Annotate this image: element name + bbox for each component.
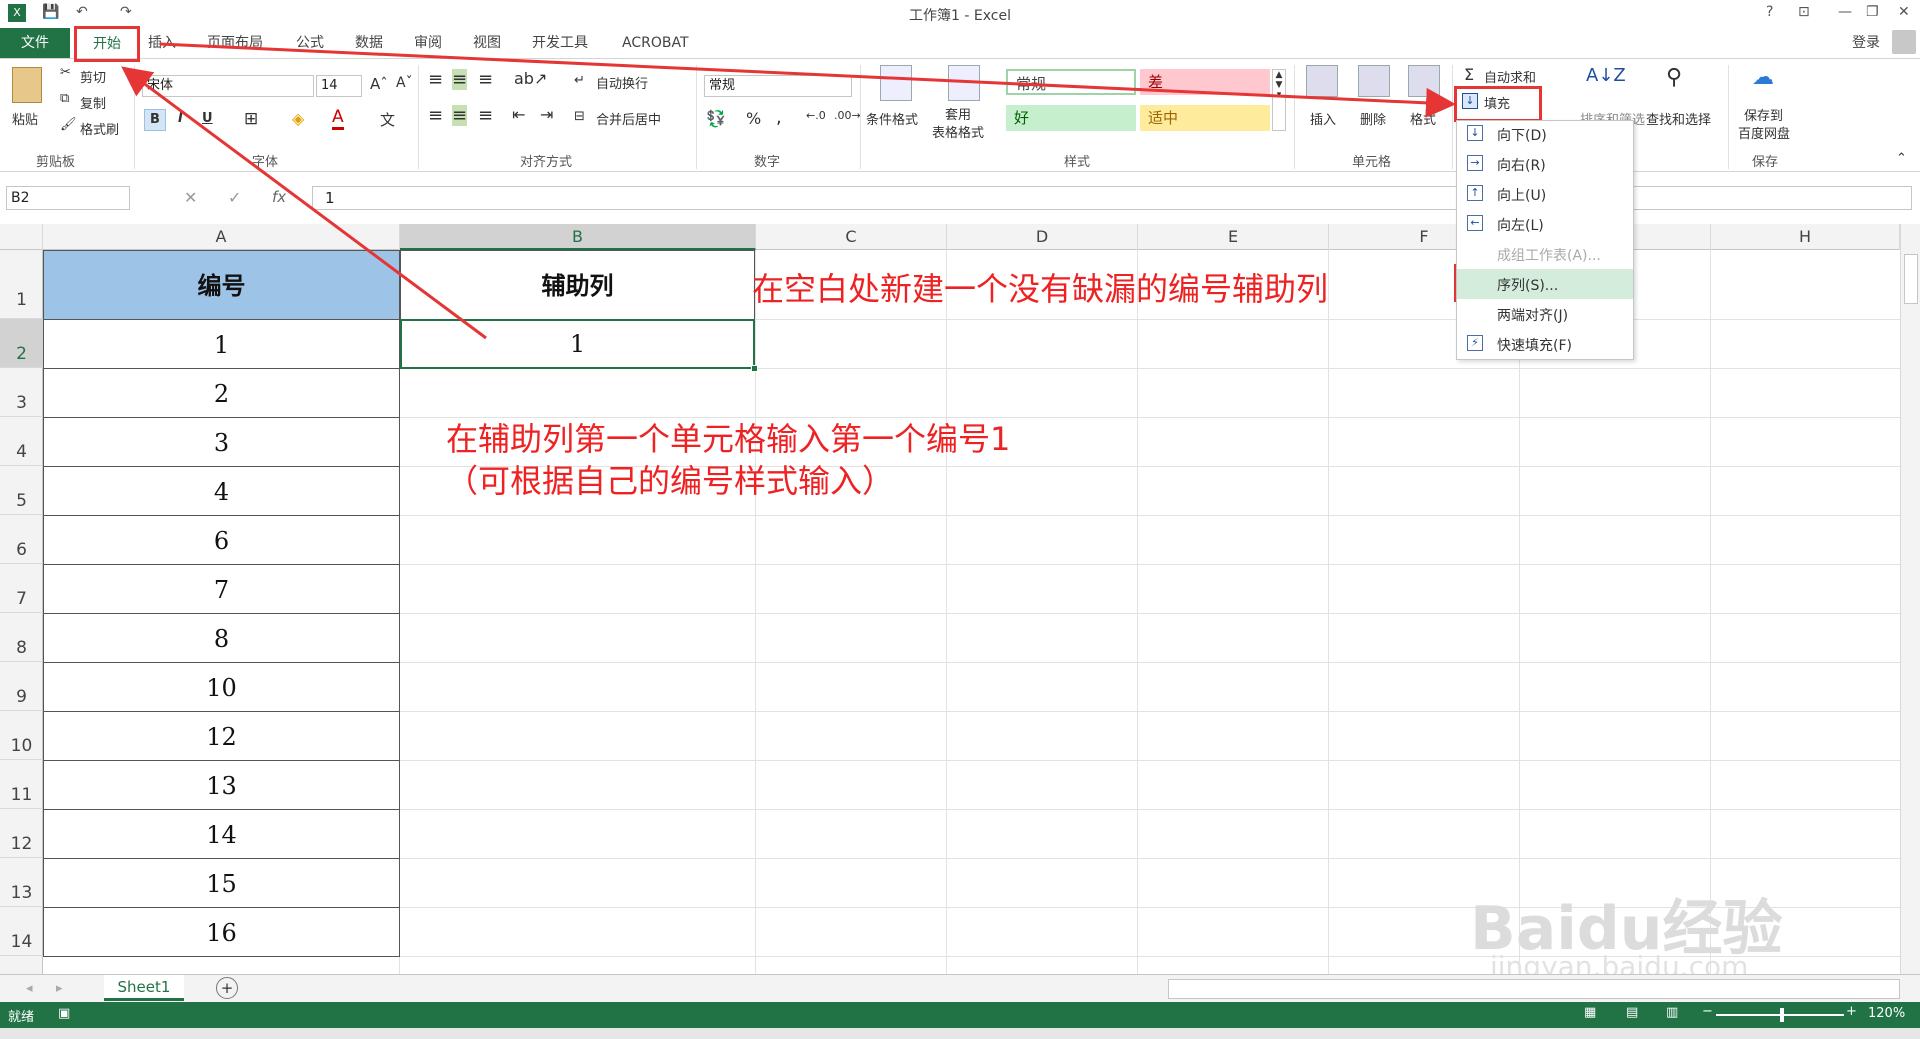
menu-fill-left[interactable]: 向左(L): [1497, 215, 1544, 235]
zoom-out-icon[interactable]: −: [1702, 1004, 1713, 1019]
zoom-in-icon[interactable]: +: [1846, 1004, 1857, 1019]
page-layout-view-icon[interactable]: ▤: [1626, 1005, 1638, 1020]
zoom-slider-thumb[interactable]: [1780, 1008, 1784, 1022]
zoom-level[interactable]: 120%: [1868, 1006, 1905, 1021]
fill-left-icon: ←: [1467, 215, 1483, 231]
sheet-tab-sheet1[interactable]: Sheet1: [104, 975, 184, 1001]
page-break-view-icon[interactable]: ▥: [1666, 1005, 1678, 1020]
horizontal-scrollbar[interactable]: [1168, 979, 1900, 999]
menu-fill-up[interactable]: 向上(U): [1497, 185, 1546, 205]
fill-dropdown-menu: ↓ 向下(D) → 向右(R) ↑ 向上(U) ← 向左(L) 成组工作表(A)…: [1456, 120, 1634, 360]
status-ready: 就绪: [8, 1010, 35, 1025]
add-sheet-button[interactable]: +: [216, 977, 238, 999]
taskbar-strip: [0, 1028, 1920, 1039]
sheet-tab-bar: ◂ ▸ Sheet1 +: [0, 974, 1920, 1002]
fill-up-icon: ↑: [1467, 185, 1483, 201]
menu-flash-fill[interactable]: 快速填充(F): [1497, 335, 1572, 355]
arrow-cell-to-home: [121, 66, 487, 340]
menu-justify[interactable]: 两端对齐(J): [1497, 305, 1568, 325]
arrow-home-to-fill: [159, 42, 1456, 118]
fill-right-icon: →: [1467, 155, 1483, 171]
sheet-prev-icon[interactable]: ◂: [26, 981, 33, 996]
status-bar: 就绪 ▣ ▦ ▤ ▥ − + 120%: [0, 1002, 1920, 1028]
menu-fill-down[interactable]: 向下(D): [1497, 125, 1547, 145]
macro-record-icon[interactable]: ▣: [58, 1006, 70, 1021]
menu-across-worksheets[interactable]: 成组工作表(A)...: [1497, 245, 1601, 265]
normal-view-icon[interactable]: ▦: [1584, 1005, 1596, 1020]
fill-down-icon: ↓: [1467, 125, 1483, 141]
sheet-next-icon[interactable]: ▸: [56, 981, 63, 996]
menu-fill-right[interactable]: 向右(R): [1497, 155, 1546, 175]
flash-fill-icon: ⚡: [1467, 335, 1483, 351]
menu-series[interactable]: 序列(S)...: [1497, 275, 1558, 295]
